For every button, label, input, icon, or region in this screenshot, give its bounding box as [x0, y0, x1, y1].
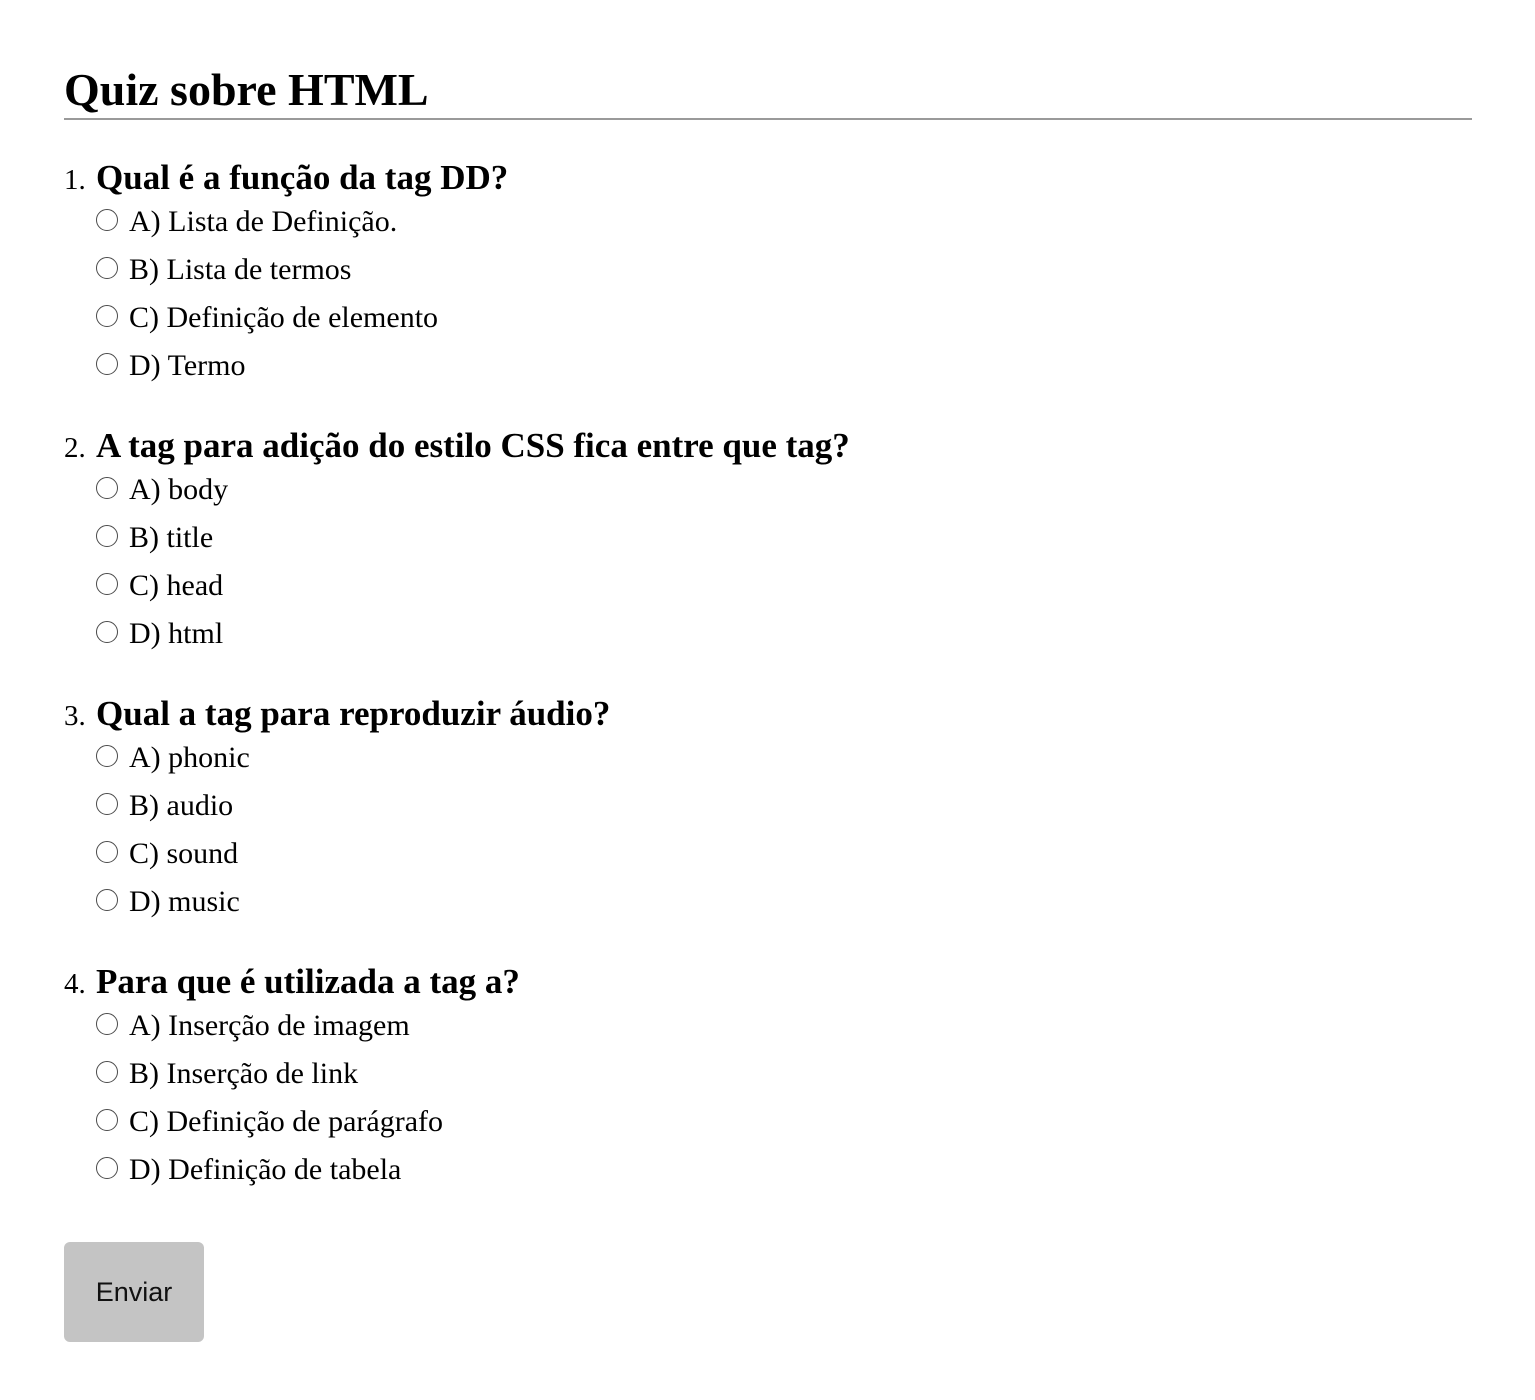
question-text: Qual é a função da tag DD?	[96, 158, 509, 197]
option-group: A) phonic B) audio C) sound D) music	[64, 734, 1472, 926]
option-label: C) Definição de elemento	[129, 301, 439, 334]
option-label: B) audio	[129, 789, 234, 822]
option-2a[interactable]: A) body	[96, 466, 1472, 514]
question-header: 1. Qual é a função da tag DD?	[64, 158, 1472, 198]
option-3c[interactable]: C) sound	[96, 830, 1472, 878]
radio-button[interactable]	[96, 793, 118, 815]
question-4: 4. Para que é utilizada a tag a? A) Inse…	[64, 962, 1472, 1194]
radio-button[interactable]	[96, 305, 118, 327]
option-1c[interactable]: C) Definição de elemento	[96, 294, 1472, 342]
option-4b[interactable]: B) Inserção de link	[96, 1050, 1472, 1098]
radio-button[interactable]	[96, 621, 118, 643]
radio-button[interactable]	[96, 477, 118, 499]
title-divider	[64, 118, 1472, 120]
option-label: B) Inserção de link	[129, 1057, 359, 1090]
option-2b[interactable]: B) title	[96, 514, 1472, 562]
radio-button[interactable]	[96, 209, 118, 231]
option-label: C) Definição de parágrafo	[129, 1105, 444, 1138]
question-text: Qual a tag para reproduzir áudio?	[96, 694, 611, 733]
question-header: 4. Para que é utilizada a tag a?	[64, 962, 1472, 1002]
option-1b[interactable]: B) Lista de termos	[96, 246, 1472, 294]
option-label: A) Inserção de imagem	[129, 1009, 410, 1042]
question-3: 3. Qual a tag para reproduzir áudio? A) …	[64, 694, 1472, 926]
question-1: 1. Qual é a função da tag DD? A) Lista d…	[64, 158, 1472, 390]
option-group: A) body B) title C) head D) html	[64, 466, 1472, 658]
option-label: D) html	[129, 617, 224, 650]
option-label: A) phonic	[129, 741, 250, 774]
radio-button[interactable]	[96, 573, 118, 595]
question-header: 2. A tag para adição do estilo CSS fica …	[64, 426, 1472, 466]
question-2: 2. A tag para adição do estilo CSS fica …	[64, 426, 1472, 658]
radio-button[interactable]	[96, 1061, 118, 1083]
page-title: Quiz sobre HTML	[64, 64, 429, 115]
option-label: C) head	[129, 569, 224, 602]
option-2c[interactable]: C) head	[96, 562, 1472, 610]
radio-button[interactable]	[96, 889, 118, 911]
option-label: A) Lista de Definição.	[129, 205, 398, 238]
question-number: 1.	[64, 164, 86, 196]
question-number: 4.	[64, 968, 86, 1000]
submit-button[interactable]: Enviar	[64, 1242, 204, 1342]
quiz-page: Quiz sobre HTML 1. Qual é a função da ta…	[64, 0, 1472, 1194]
option-3d[interactable]: D) music	[96, 878, 1472, 926]
option-4d[interactable]: D) Definição de tabela	[96, 1146, 1472, 1194]
radio-button[interactable]	[96, 1013, 118, 1035]
option-label: B) title	[129, 521, 214, 554]
option-4c[interactable]: C) Definição de parágrafo	[96, 1098, 1472, 1146]
radio-button[interactable]	[96, 1109, 118, 1131]
question-text: Para que é utilizada a tag a?	[96, 962, 520, 1001]
option-label: D) Termo	[129, 349, 246, 382]
option-2d[interactable]: D) html	[96, 610, 1472, 658]
option-label: B) Lista de termos	[129, 253, 352, 286]
option-1a[interactable]: A) Lista de Definição.	[96, 198, 1472, 246]
option-1d[interactable]: D) Termo	[96, 342, 1472, 390]
radio-button[interactable]	[96, 1157, 118, 1179]
option-label: D) music	[129, 885, 240, 918]
radio-button[interactable]	[96, 525, 118, 547]
question-number: 2.	[64, 432, 86, 464]
option-3a[interactable]: A) phonic	[96, 734, 1472, 782]
radio-button[interactable]	[96, 745, 118, 767]
option-group: A) Inserção de imagem B) Inserção de lin…	[64, 1002, 1472, 1194]
radio-button[interactable]	[96, 841, 118, 863]
question-number: 3.	[64, 700, 86, 732]
option-label: C) sound	[129, 837, 239, 870]
option-label: A) body	[129, 473, 229, 506]
option-4a[interactable]: A) Inserção de imagem	[96, 1002, 1472, 1050]
option-group: A) Lista de Definição. B) Lista de termo…	[64, 198, 1472, 390]
option-3b[interactable]: B) audio	[96, 782, 1472, 830]
question-text: A tag para adição do estilo CSS fica ent…	[96, 426, 850, 465]
option-label: D) Definição de tabela	[129, 1153, 402, 1186]
radio-button[interactable]	[96, 353, 118, 375]
radio-button[interactable]	[96, 257, 118, 279]
question-list: 1. Qual é a função da tag DD? A) Lista d…	[64, 158, 1472, 1194]
question-header: 3. Qual a tag para reproduzir áudio?	[64, 694, 1472, 734]
